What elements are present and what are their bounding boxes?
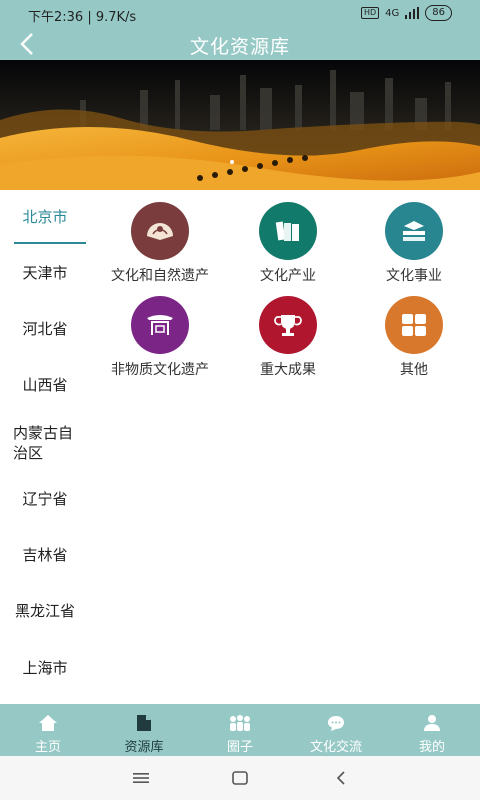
tab-label: 我的 xyxy=(418,740,445,755)
category-intangible[interactable]: 非物质文化遗产 xyxy=(100,296,220,379)
sidebar-item-label: 北京市 xyxy=(22,208,68,226)
signal-icon xyxy=(405,7,420,19)
user-icon xyxy=(384,712,480,734)
chat-icon xyxy=(288,712,384,734)
banner-image xyxy=(0,60,480,190)
category-other[interactable]: 其他 xyxy=(354,296,474,379)
people-icon xyxy=(192,712,288,734)
sidebar-item-beijing[interactable]: 北京市 xyxy=(0,204,90,230)
battery-indicator: 86 xyxy=(425,5,452,21)
tab-label: 主页 xyxy=(34,740,61,755)
active-indicator xyxy=(14,242,86,244)
sidebar-item-tianjin[interactable]: 天津市 xyxy=(0,260,90,286)
category-industry[interactable]: 文化产业 xyxy=(228,202,348,285)
tab-mine[interactable]: 我的 xyxy=(384,704,480,756)
tab-label: 资源库 xyxy=(124,740,164,755)
sidebar-item-heilongjiang[interactable]: 黑龙江省 xyxy=(0,598,90,624)
sidebar-item-shanxi[interactable]: 山西省 xyxy=(0,372,90,398)
sidebar-item-liaoning[interactable]: 辽宁省 xyxy=(0,486,90,512)
sidebar-item-label: 天津市 xyxy=(22,264,68,282)
recent-apps-button[interactable] xyxy=(126,766,156,790)
tab-exchange[interactable]: 文化交流 xyxy=(288,704,384,756)
system-nav-bar xyxy=(0,756,480,800)
page-title: 文化资源库 xyxy=(189,36,290,58)
sidebar-item-label: 上海市 xyxy=(22,659,68,677)
category-label: 其他 xyxy=(400,362,428,378)
sidebar-item-neimenggu[interactable]: 内蒙古自治区 xyxy=(0,422,90,464)
sidebar-item-shanghai[interactable]: 上海市 xyxy=(0,655,90,681)
sidebar-item-label: 河北省 xyxy=(22,320,68,338)
category-label: 文化产业 xyxy=(260,268,316,284)
tab-circle[interactable]: 圈子 xyxy=(192,704,288,756)
sidebar-item-label: 辽宁省 xyxy=(22,490,68,508)
category-label: 非物质文化遗产 xyxy=(111,362,209,378)
grid-icon xyxy=(385,296,443,354)
bottom-tab-bar: 主页 资源库 圈子 文化交流 我的 xyxy=(0,704,480,756)
tab-resources[interactable]: 资源库 xyxy=(96,704,192,756)
category-label: 重大成果 xyxy=(260,362,316,378)
status-time-speed: 下午2:36 | 9.7K/s xyxy=(28,10,137,25)
trophy-icon xyxy=(259,296,317,354)
chevron-left-icon xyxy=(336,771,345,785)
pavilion-icon xyxy=(131,296,189,354)
sidebar-item-label: 吉林省 xyxy=(22,546,68,564)
tab-label: 文化交流 xyxy=(309,740,362,755)
province-sidebar: 北京市 天津市 河北省 山西省 内蒙古自治区 辽宁省 吉林省 黑龙江省 上海市 xyxy=(0,190,90,704)
tab-home[interactable]: 主页 xyxy=(0,704,96,756)
category-undertaking[interactable]: 文化事业 xyxy=(354,202,474,285)
tab-label: 圈子 xyxy=(226,740,253,755)
sidebar-item-label: 山西省 xyxy=(22,376,68,394)
status-indicators: HD 4G 86 xyxy=(360,5,452,21)
home-button[interactable] xyxy=(225,766,255,790)
category-label: 文化和自然遗产 xyxy=(111,268,209,284)
home-icon xyxy=(0,712,96,734)
sidebar-item-label: 黑龙江省 xyxy=(14,602,75,620)
app-header: 文化资源库 xyxy=(0,28,480,60)
category-heritage[interactable]: 文化和自然遗产 xyxy=(100,202,220,285)
square-icon xyxy=(232,771,248,785)
sidebar-item-jilin[interactable]: 吉林省 xyxy=(0,542,90,568)
fan-icon xyxy=(131,202,189,260)
menu-icon xyxy=(133,773,149,783)
sidebar-item-label: 内蒙古自治区 xyxy=(13,424,74,462)
sidebar-item-hebei[interactable]: 河北省 xyxy=(0,316,90,342)
stacked-books-icon xyxy=(385,202,443,260)
network-label: 4G xyxy=(385,7,400,19)
category-achievements[interactable]: 重大成果 xyxy=(228,296,348,379)
hd-badge: HD xyxy=(360,7,380,19)
desert-caravan-illustration xyxy=(0,60,480,190)
category-label: 文化事业 xyxy=(386,268,442,284)
file-icon xyxy=(96,712,192,734)
system-back-button[interactable] xyxy=(326,766,356,790)
status-bar: 下午2:36 | 9.7K/s HD 4G 86 xyxy=(0,0,480,28)
books-icon xyxy=(259,202,317,260)
